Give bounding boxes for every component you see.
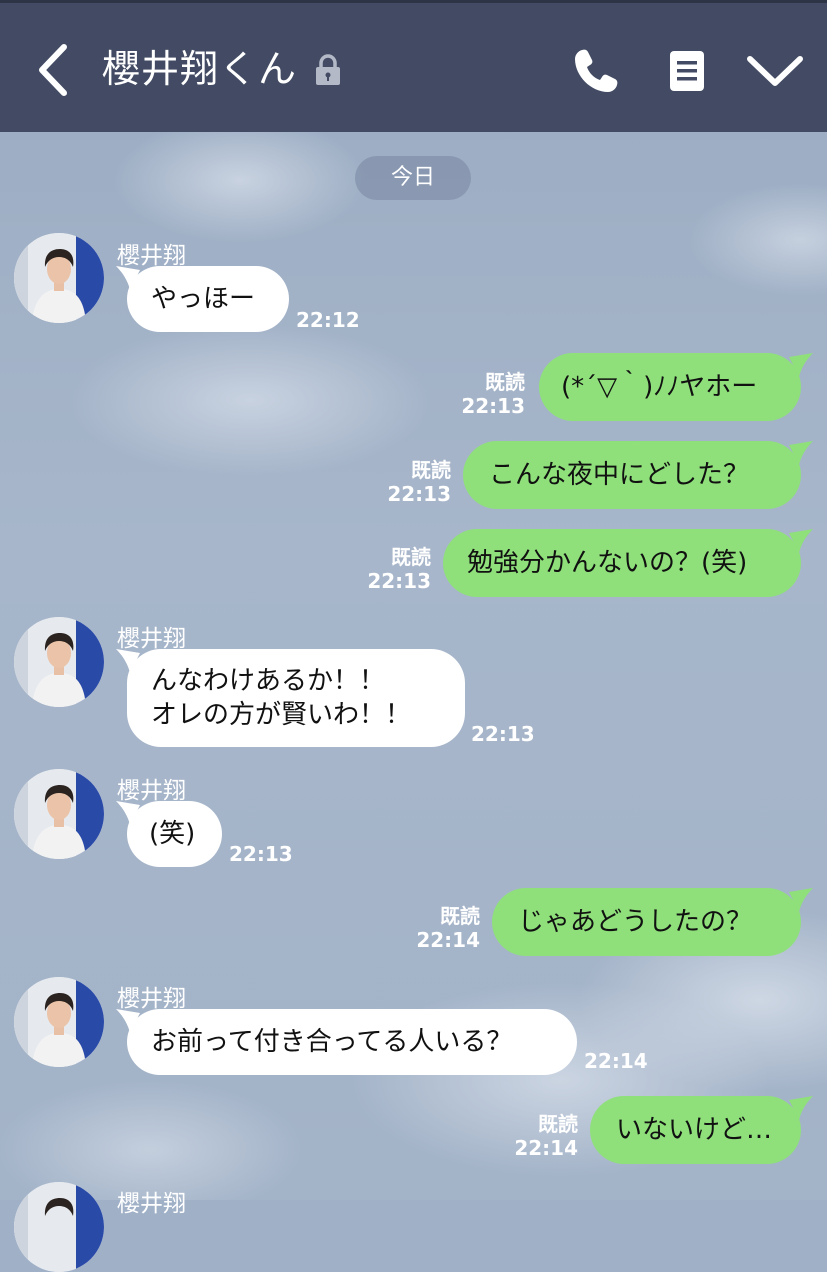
note-button[interactable] [666, 47, 708, 95]
message-time: 22:13 [229, 842, 293, 866]
message-bubble[interactable]: (*´▽｀)ﾉﾉヤホー [539, 353, 801, 421]
message-bubble[interactable]: じゃあどうしたの？ [492, 888, 801, 956]
read-label: 既読 [538, 1112, 578, 1136]
avatar[interactable] [14, 233, 104, 323]
note-icon [670, 51, 704, 91]
sender-name: 櫻井翔 [117, 626, 186, 652]
read-receipt: 既読 22:13 [367, 545, 431, 593]
message-line: オレの方が賢いわ！！ [151, 700, 412, 730]
bubble-tail [789, 441, 813, 465]
avatar[interactable] [14, 769, 104, 859]
read-label: 既読 [440, 904, 480, 928]
back-icon [39, 44, 67, 96]
sender-name: 櫻井翔 [117, 243, 186, 269]
chevron-down-icon [747, 56, 803, 86]
read-label: 既読 [411, 458, 451, 482]
message-time: 22:12 [296, 308, 360, 332]
message-bubble[interactable]: 勉強分かんないの？(笑) [443, 529, 801, 597]
message-bubble[interactable]: お前って付き合ってる人いる？ [127, 1009, 577, 1075]
bubble-tail [789, 888, 813, 912]
call-button[interactable] [570, 45, 622, 97]
message-time: 22:13 [461, 394, 525, 418]
read-receipt: 既読 22:13 [461, 370, 525, 418]
bubble-tail [789, 529, 813, 553]
message-time: 22:14 [514, 1136, 578, 1160]
message-bubble[interactable]: いないけど… [590, 1096, 801, 1164]
avatar[interactable] [14, 977, 104, 1067]
lock-icon [313, 53, 343, 87]
avatar[interactable] [14, 617, 104, 707]
avatar[interactable] [14, 1182, 104, 1272]
sender-name: 櫻井翔 [117, 986, 186, 1012]
message-time: 22:14 [416, 928, 480, 952]
read-receipt: 既読 22:13 [387, 458, 451, 506]
message-bubble[interactable]: んなわけあるか！！ オレの方が賢いわ！！ [127, 649, 465, 747]
read-label: 既読 [391, 545, 431, 569]
menu-dropdown-button[interactable] [745, 49, 805, 93]
date-separator: 今日 [355, 156, 471, 200]
message-time: 22:13 [367, 569, 431, 593]
back-button[interactable] [30, 39, 80, 99]
bubble-tail [789, 1096, 813, 1120]
message-time: 22:13 [387, 482, 451, 506]
phone-icon [575, 49, 618, 92]
read-receipt: 既読 22:14 [416, 904, 480, 952]
chat-title: 櫻井翔くん [102, 47, 298, 91]
message-time: 22:13 [471, 722, 535, 746]
message-bubble[interactable]: こんな夜中にどした？ [463, 441, 801, 509]
message-bubble[interactable]: (笑) [127, 801, 222, 867]
sender-name: 櫻井翔 [117, 1191, 186, 1217]
read-receipt: 既読 22:14 [514, 1112, 578, 1160]
bubble-tail [789, 353, 813, 377]
chat-header: 櫻井翔くん [0, 0, 827, 132]
read-label: 既読 [485, 370, 525, 394]
message-time: 22:14 [584, 1049, 648, 1073]
message-bubble[interactable]: やっほー [127, 266, 289, 332]
sender-name: 櫻井翔 [117, 778, 186, 804]
message-line: んなわけあるか！！ [151, 666, 386, 696]
